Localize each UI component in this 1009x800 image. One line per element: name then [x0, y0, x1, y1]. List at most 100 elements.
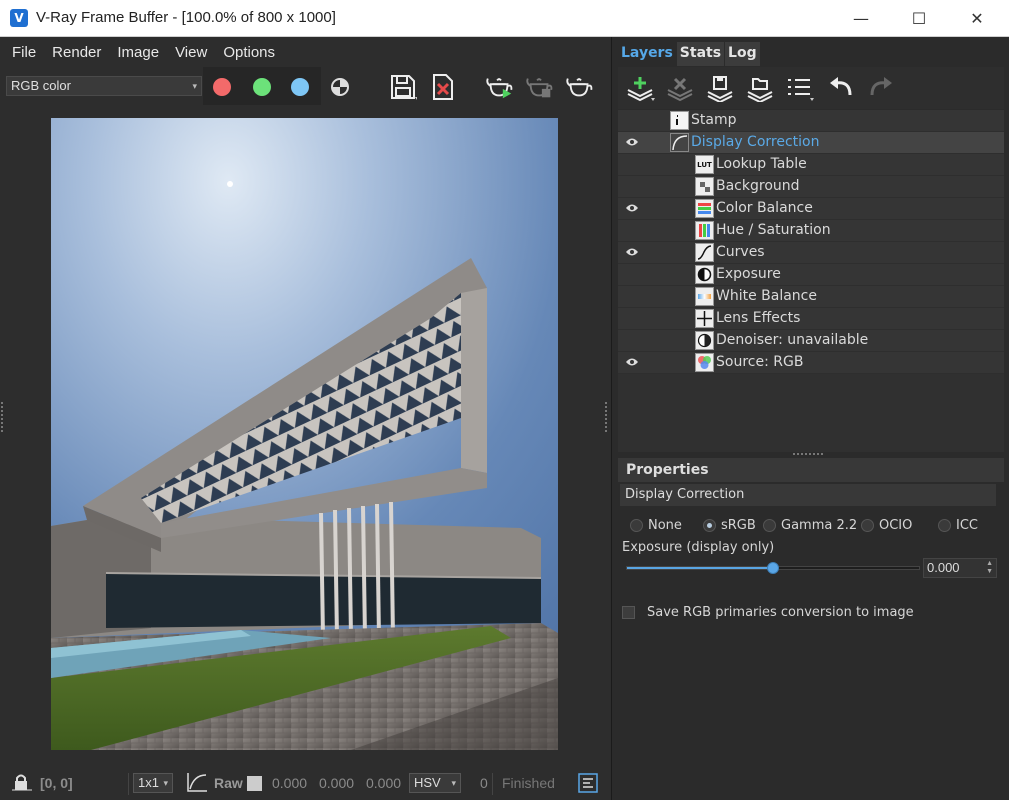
teapot-icon	[566, 78, 593, 97]
layer-row-source-rgb[interactable]: Source: RGB	[618, 352, 1004, 374]
maximize-button[interactable]: ☐	[896, 0, 942, 36]
radio-srgb[interactable]: sRGB	[703, 518, 756, 533]
layer-row-stamp[interactable]: Stamp	[618, 110, 1004, 132]
menu-options[interactable]: Options	[215, 44, 283, 61]
tab-stats[interactable]: Stats	[676, 42, 725, 66]
radio-icc[interactable]: ICC	[938, 518, 978, 533]
layer-row-exposure[interactable]: Exposure	[618, 264, 1004, 286]
green-channel-button[interactable]	[253, 78, 271, 96]
teapot-interactive-icon	[526, 78, 553, 98]
curve-icon[interactable]	[186, 772, 208, 795]
color-balance-icon	[695, 199, 714, 218]
panel-splitter[interactable]	[793, 453, 823, 457]
load-layers-button[interactable]	[744, 73, 776, 103]
pane-resize-grip[interactable]	[605, 402, 608, 432]
save-image-button[interactable]	[388, 72, 418, 102]
layer-row-lens-effects[interactable]: Lens Effects	[618, 308, 1004, 330]
layers-toolbar	[618, 67, 1004, 109]
hue-saturation-glyph	[699, 224, 710, 237]
layer-name: Display Correction	[691, 134, 820, 150]
save-layers-button[interactable]	[704, 73, 736, 103]
rendered-building-image	[51, 118, 558, 750]
interactive-render-button[interactable]	[525, 72, 555, 102]
menu-render[interactable]: Render	[44, 44, 109, 61]
eye-icon[interactable]	[625, 203, 639, 213]
start-render-button[interactable]	[485, 72, 515, 102]
save-rgb-primaries-option[interactable]: Save RGB primaries conversion to image	[622, 605, 914, 620]
chevron-down-icon: ▾	[192, 81, 197, 91]
left-resize-grip[interactable]	[1, 402, 4, 432]
layer-row-display-correction[interactable]: Display Correction	[618, 132, 1004, 154]
menu-file[interactable]: File	[4, 44, 44, 61]
layer-list-menu-button[interactable]	[784, 73, 816, 103]
toggle-sidebar-button[interactable]	[578, 773, 598, 796]
display-correction-icon	[670, 133, 689, 152]
redo-button[interactable]	[864, 73, 896, 103]
alpha-channel-button[interactable]	[331, 78, 349, 96]
lock-icon[interactable]	[12, 773, 32, 794]
layer-row-curves[interactable]: Curves	[618, 242, 1004, 264]
layer-name: Curves	[716, 244, 765, 260]
add-layer-button[interactable]	[624, 73, 656, 103]
radio-circle	[938, 519, 951, 532]
channel-toggle-group	[203, 67, 321, 105]
status-separator	[492, 773, 493, 795]
pixel-value-g: 0.000	[319, 775, 355, 791]
radio-gamma[interactable]: Gamma 2.2	[763, 518, 857, 533]
eye-icon[interactable]	[625, 357, 639, 367]
curves-icon	[695, 243, 714, 262]
layers-tree: Stamp Display Correction LUT Lookup Tabl…	[618, 110, 1004, 452]
eye-icon[interactable]	[625, 247, 639, 257]
save-rgb-primaries-checkbox[interactable]	[622, 606, 635, 619]
layer-name: Lookup Table	[716, 156, 807, 172]
render-status: Finished	[502, 775, 555, 791]
menu-view[interactable]: View	[167, 44, 215, 61]
spin-arrows-icon[interactable]: ▲ ▼	[986, 560, 993, 576]
list-menu-icon	[788, 79, 814, 101]
eye-icon[interactable]	[625, 137, 639, 147]
layer-row-background[interactable]: Background	[618, 176, 1004, 198]
render-teapot-button[interactable]	[565, 72, 595, 102]
exposure-slider[interactable]	[626, 562, 920, 574]
radio-ocio[interactable]: OCIO	[861, 518, 912, 533]
lock-coords-icon	[12, 774, 32, 791]
layer-row-denoiser[interactable]: Denoiser: unavailable	[618, 330, 1004, 352]
layer-row-hue-saturation[interactable]: Hue / Saturation	[618, 220, 1004, 242]
radio-circle	[703, 519, 716, 532]
clear-image-button[interactable]	[428, 72, 458, 102]
layer-row-white-balance[interactable]: White Balance	[618, 286, 1004, 308]
progress-count: 0	[480, 775, 488, 791]
tab-log[interactable]: Log	[725, 42, 760, 66]
curve-glyph	[672, 135, 688, 151]
exposure-slider-fill	[627, 567, 773, 569]
checker-glyph	[696, 178, 713, 195]
window-title: V-Ray Frame Buffer - [100.0% of 800 x 10…	[36, 9, 336, 26]
radio-none[interactable]: None	[630, 518, 682, 533]
layer-row-color-balance[interactable]: Color Balance	[618, 198, 1004, 220]
layer-name: Source: RGB	[716, 354, 804, 370]
undo-button[interactable]	[826, 73, 858, 103]
layer-name: Exposure	[716, 266, 781, 282]
add-layer-icon	[627, 77, 655, 102]
channel-select[interactable]: RGB color ▾	[6, 76, 202, 96]
channel-select-value: RGB color	[11, 78, 71, 93]
lut-icon: LUT	[695, 155, 714, 174]
delete-layer-button[interactable]	[664, 73, 696, 103]
save-layers-icon	[707, 76, 733, 102]
tab-layers[interactable]: Layers	[618, 42, 676, 66]
menu-image[interactable]: Image	[109, 44, 167, 61]
pixel-coords: [0, 0]	[40, 775, 73, 791]
close-button[interactable]: ✕	[954, 0, 1000, 36]
red-channel-button[interactable]	[213, 78, 231, 96]
status-bar: [0, 0] 1x1 ▾ Raw 0.000 0.000 0.000 HSV ▾…	[0, 767, 612, 800]
minimize-button[interactable]: —	[838, 0, 884, 36]
blue-channel-button[interactable]	[291, 78, 309, 96]
layer-row-lookup-table[interactable]: LUT Lookup Table	[618, 154, 1004, 176]
exposure-label: Exposure (display only)	[622, 540, 775, 555]
zoom-select[interactable]: 1x1 ▾	[133, 773, 173, 793]
layer-name: Stamp	[691, 112, 737, 128]
redo-icon	[870, 77, 892, 96]
colorspace-select[interactable]: HSV ▾	[409, 773, 461, 793]
exposure-value-field[interactable]: 0.000 ▲ ▼	[923, 558, 997, 578]
exposure-slider-handle[interactable]	[767, 562, 779, 574]
